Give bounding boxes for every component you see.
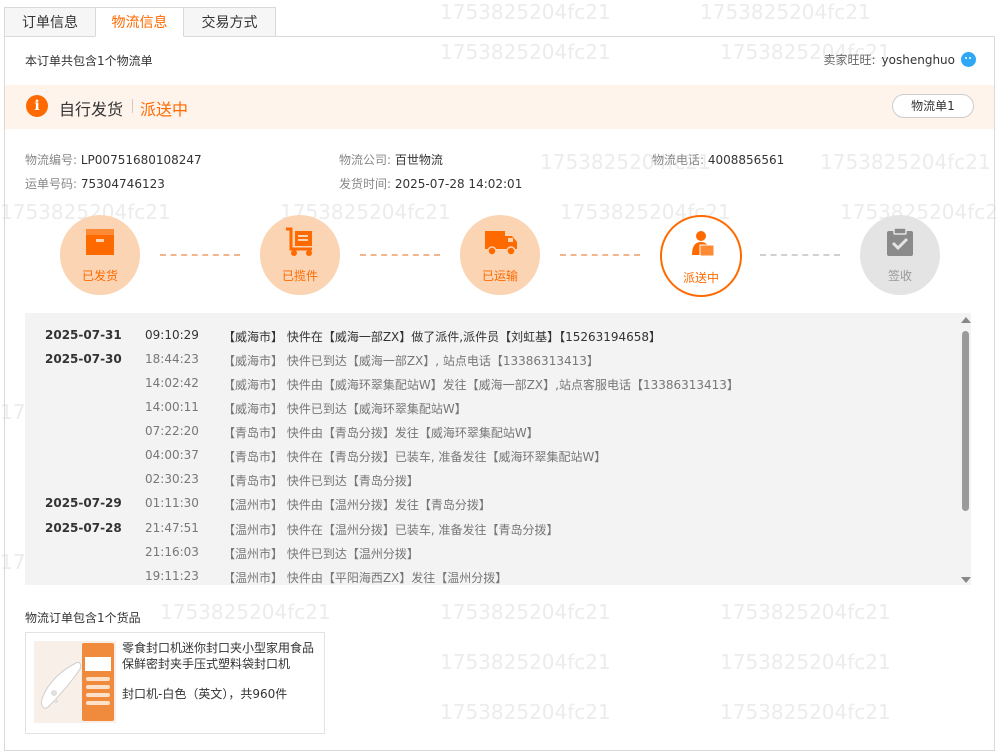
ship-time: 发货时间: 2025-07-28 14:02:01 [339,175,522,192]
event-text: 【温州市】 快件由【平阳海西ZX】发往【温州分拨】 [223,571,508,585]
tab-order-info[interactable]: 订单信息 [4,7,96,37]
progress-steps: 已发货 已揽件 已运输 派送中 签收 [5,215,994,305]
event-time: 21:47:51 [145,521,199,535]
event-text: 【温州市】 快件由【温州分拨】发往【青岛分拨】 [223,498,491,512]
watermark-text: 1753825204fc21 [440,0,611,24]
event-text: 【威海市】 快件由【威海环翠集配站W】发往【威海一部ZX】,站点客服电话【133… [223,378,739,392]
seller-label: 卖家旺旺: [823,53,876,67]
step-connector [760,254,840,256]
logistics-summary: 本订单共包含1个物流单 [25,54,153,68]
scrollbar-thumb[interactable] [962,331,969,511]
step-label: 已揽件 [281,269,318,283]
event-time: 01:11:30 [145,496,199,510]
logistics-company-value: 百世物流 [394,153,443,167]
event-text: 【威海市】 快件在【威海一部ZX】做了派件,派件员【刘虹基】【152631946… [223,330,662,344]
event-date: 2025-07-28 [45,521,122,535]
scroll-up-arrow-icon[interactable] [961,317,971,323]
truck-icon [485,231,517,256]
step-connector [560,254,640,256]
event-time: 09:10:29 [145,328,199,342]
watermark-text: 1753825204fc21 [700,0,871,24]
shipping-type: 自行发货 [59,100,124,119]
logistics-phone: 物流电话: 4008856561 [652,151,784,168]
logistics-company: 物流公司: 百世物流 [339,151,443,168]
ship-time-label: 发货时间: [339,177,392,191]
event-time: 04:00:37 [145,448,199,462]
logistics-phone-value: 4008856561 [707,153,785,167]
cart-icon [286,227,312,256]
step-signed: 签收 [860,215,940,295]
wangwang-chat-icon[interactable] [961,52,976,67]
scroll-down-arrow-icon[interactable] [961,577,971,583]
step-label: 已运输 [481,269,518,283]
timeline-scrollbar[interactable] [959,315,971,585]
divider [132,99,133,113]
clipboard-check-icon [887,227,913,256]
box-icon [86,229,114,255]
event-time: 14:00:11 [145,400,199,414]
waybill-1-button[interactable]: 物流单1 [892,94,974,118]
event-date: 2025-07-30 [45,352,122,366]
seller-name[interactable]: yoshenghuo [882,53,955,67]
tracking-number-label: 运单号码: [25,177,78,191]
step-label: 已发货 [81,269,118,283]
product-image[interactable] [34,641,116,723]
step-delivering: 派送中 [660,215,742,297]
logistics-panel: 本订单共包含1个物流单 卖家旺旺: yoshenghuo i 自行发货 派送中 … [4,36,995,751]
event-date: 2025-07-31 [45,328,122,342]
event-text: 【温州市】 快件已到达【温州分拨】 [223,547,419,561]
tracking-number: 运单号码: 75304746123 [25,175,165,192]
logistics-no: 物流编号: LP00751680108247 [25,151,202,168]
step-picked-up: 已揽件 [260,215,340,295]
step-label: 签收 [887,269,912,283]
status-banner: i 自行发货 派送中 物流单1 [5,85,994,129]
courier-icon [692,231,715,257]
event-time: 14:02:42 [145,376,199,390]
event-time: 19:11:23 [145,569,199,583]
tab-bar: 订单信息 物流信息 交易方式 [4,7,276,37]
event-date: 2025-07-29 [45,496,122,510]
goods-section-title: 物流订单包含1个货品 [25,611,141,625]
tracking-timeline[interactable]: 2025-07-31 09:10:29 【威海市】 快件在【威海一部ZX】做了派… [25,313,971,585]
event-text: 【青岛市】 快件在【青岛分拨】已装车, 准备发往【威海环翠集配站W】 [223,450,607,464]
tab-logistics-info[interactable]: 物流信息 [95,7,184,37]
tab-payment-method[interactable]: 交易方式 [183,7,276,37]
step-label: 派送中 [682,271,719,285]
logistics-no-value: LP00751680108247 [80,153,202,167]
logistics-no-label: 物流编号: [25,153,78,167]
tracking-number-value: 75304746123 [80,177,165,191]
product-spec: 封口机-白色（英文），共960件 [122,687,288,701]
ship-time-value: 2025-07-28 14:02:01 [394,177,523,191]
step-connector [360,254,440,256]
goods-card[interactable]: 零食封口机迷你封口夹小型家用食品保鲜密封夹手压式塑料袋封口机 封口机-白色（英文… [25,632,325,734]
event-text: 【威海市】 快件已到达【威海环翠集配站W】 [223,402,467,416]
event-time: 02:30:23 [145,472,199,486]
product-name[interactable]: 零食封口机迷你封口夹小型家用食品保鲜密封夹手压式塑料袋封口机 [122,640,318,672]
event-text: 【威海市】 快件已到达【威海一部ZX】, 站点电话【13386313413】 [223,354,599,368]
info-icon: i [26,95,48,117]
event-text: 【青岛市】 快件已到达【青岛分拨】 [223,474,419,488]
event-time: 21:16:03 [145,545,199,559]
step-in-transit: 已运输 [460,215,540,295]
sealer-product-picture [34,641,116,723]
logistics-company-label: 物流公司: [339,153,392,167]
event-time: 18:44:23 [145,352,199,366]
seller-wangwang: 卖家旺旺: yoshenghuo [823,51,976,68]
step-connector [160,254,240,256]
event-time: 07:22:20 [145,424,199,438]
step-shipped: 已发货 [60,215,140,295]
logistics-phone-label: 物流电话: [652,153,705,167]
event-text: 【青岛市】 快件由【青岛分拨】发往【威海环翠集配站W】 [223,426,539,440]
delivery-status: 派送中 [140,100,189,119]
event-text: 【温州市】 快件在【温州分拨】已装车, 准备发往【青岛分拨】 [223,523,559,537]
